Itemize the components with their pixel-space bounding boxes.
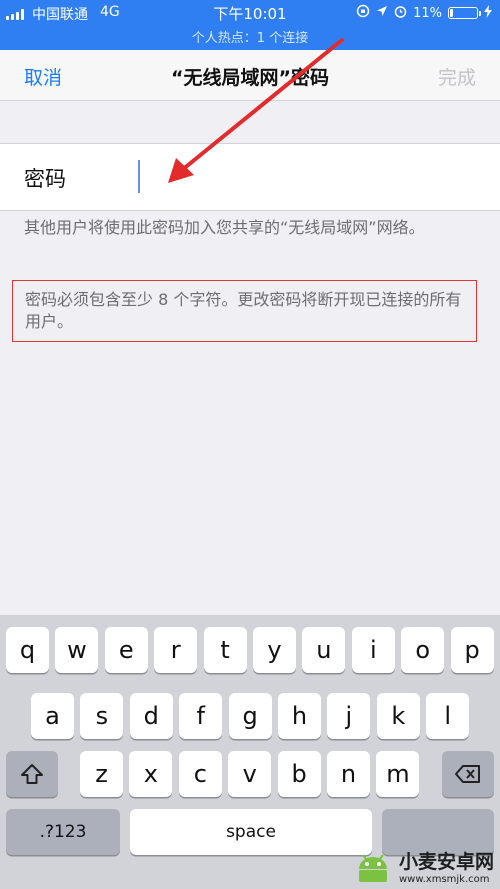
key-h[interactable]: h [278,693,321,739]
battery-level [450,9,453,17]
key-x[interactable]: x [129,751,173,797]
key-e[interactable]: e [104,627,148,673]
watermark-name: 小麦安卓网 [398,851,494,873]
share-info-note: 其他用户将使用此密码加入您共享的“无线局域网”网络。 [24,218,425,237]
charging-icon [484,4,492,22]
highlight-box: 密码必须包含至少 8 个字符。更改密码将断开现已连接的所有用户。 [12,280,477,342]
key-z[interactable]: z [80,751,123,797]
key-b[interactable]: b [277,751,321,797]
android-logo-icon [358,854,387,882]
password-label: 密码 [24,167,66,191]
key-k[interactable]: k [376,693,420,739]
key-u[interactable]: u [302,627,346,673]
backspace-key[interactable] [442,751,494,797]
shift-key[interactable] [6,751,58,797]
alarm-icon [394,5,407,22]
location-icon [376,5,388,21]
key-p[interactable]: p [450,627,494,673]
shift-icon [21,764,43,784]
screen-lock-icon [356,4,370,22]
key-c[interactable]: c [178,751,222,797]
battery-percent: 11% [413,5,442,21]
key-t[interactable]: t [203,627,247,673]
page-title: “无线局域网”密码 [171,67,329,89]
nav-bar: 取消 “无线局域网”密码 完成 [0,50,500,101]
key-m[interactable]: m [376,751,420,797]
password-requirement-note: 密码必须包含至少 8 个字符。更改密码将断开现已连接的所有用户。 [25,290,462,331]
password-row: 密码 [0,143,500,211]
password-input[interactable] [138,159,468,195]
key-j[interactable]: j [327,693,371,739]
key-l[interactable]: l [426,693,470,739]
space-key[interactable]: space [130,809,372,855]
key-s[interactable]: s [80,693,124,739]
battery-icon [448,7,481,19]
key-y[interactable]: y [253,627,296,673]
status-bar: 中国联通 4G 下午10:01 11% 个人热点：1 个连接 [0,0,500,50]
key-r[interactable]: r [154,627,198,673]
key-v[interactable]: v [228,751,272,797]
key-f[interactable]: f [179,693,223,739]
key-d[interactable]: d [129,693,173,739]
numbers-key[interactable]: .?123 [6,809,120,855]
key-n[interactable]: n [327,751,370,797]
key-a[interactable]: a [31,693,74,739]
watermark-url: www.xmsmjk.com [398,874,490,885]
key-g[interactable]: g [228,693,272,739]
keyboard: qwertyuiop asdfghjkl zxcvbnm .?123 space… [0,615,500,889]
key-o[interactable]: o [401,627,445,673]
backspace-icon [455,765,480,783]
key-i[interactable]: i [351,627,395,673]
key-q[interactable]: q [6,627,49,673]
done-button[interactable]: 完成 [438,63,476,90]
hotspot-connections[interactable]: 个人热点：1 个连接 [0,27,500,46]
key-w[interactable]: w [55,627,99,673]
watermark: 小麦安卓网 www.xmsmjk.com [353,847,494,885]
text-cursor [138,160,140,193]
